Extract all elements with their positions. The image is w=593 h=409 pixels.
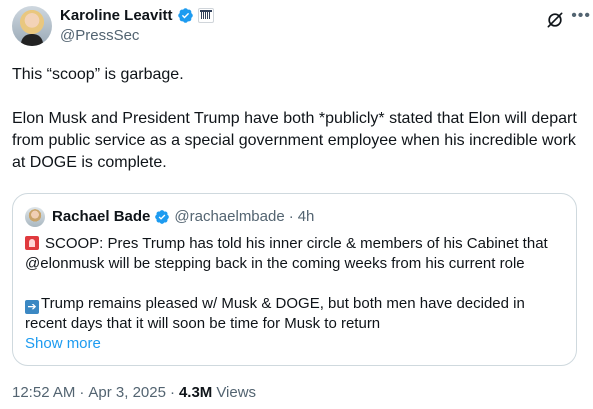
tweet-time[interactable]: 12:52 AM xyxy=(12,384,75,401)
tweet-text: This “scoop” is garbage. Elon Musk and P… xyxy=(12,64,582,174)
tweet-header: Karoline Leavitt @PressSec xyxy=(12,4,581,48)
author-display-name[interactable]: Karoline Leavitt xyxy=(60,7,173,24)
author-name-row: Karoline Leavitt xyxy=(60,7,214,24)
footer-separator: · xyxy=(79,384,85,401)
government-affiliation-icon xyxy=(197,8,214,23)
rotating-light-icon xyxy=(25,236,39,250)
quoted-paragraph-2: ➔ Trump remains pleased w/ Musk & DOGE, b… xyxy=(25,294,570,334)
quoted-paragraph-1-text: SCOOP: Pres Trump has told his inner cir… xyxy=(25,235,548,272)
author-avatar[interactable] xyxy=(12,6,52,46)
tweet-footer: 12:52 AM · Apr 3, 2025 · 4.3M Views xyxy=(12,384,256,401)
quoted-author-avatar xyxy=(25,207,45,227)
quoted-paragraph-1: SCOOP: Pres Trump has told his inner cir… xyxy=(25,234,570,274)
grok-icon[interactable] xyxy=(545,10,565,30)
quoted-paragraph-2-text: Trump remains pleased w/ Musk & DOGE, bu… xyxy=(25,295,525,332)
tweet-line-2: Elon Musk and President Trump have both … xyxy=(12,110,577,171)
quoted-verified-badge-icon xyxy=(155,209,170,224)
show-more-link[interactable]: Show more xyxy=(25,335,101,352)
quoted-tweet-card[interactable]: Rachael Bade @rachaelmbade · 4h SCOOP: P… xyxy=(12,193,577,366)
tweet-date[interactable]: Apr 3, 2025 xyxy=(88,384,166,401)
views-count[interactable]: 4.3M xyxy=(179,384,212,401)
quoted-separator: · xyxy=(288,208,294,225)
quoted-author-handle: @rachaelmbade xyxy=(174,208,285,225)
more-options-icon[interactable]: ••• xyxy=(571,8,591,24)
footer-separator: · xyxy=(169,384,175,401)
views-label: Views xyxy=(216,384,257,401)
verified-badge-icon xyxy=(177,8,193,23)
right-arrow-icon: ➔ xyxy=(25,300,39,314)
author-handle[interactable]: @PressSec xyxy=(60,27,139,44)
quoted-tweet-header: Rachael Bade @rachaelmbade · 4h xyxy=(52,208,314,225)
quoted-author-name: Rachael Bade xyxy=(52,208,151,225)
tweet-line-1: This “scoop” is garbage. xyxy=(12,66,184,83)
quoted-timestamp: 4h xyxy=(297,208,315,225)
quoted-tweet-body: SCOOP: Pres Trump has told his inner cir… xyxy=(25,234,570,334)
